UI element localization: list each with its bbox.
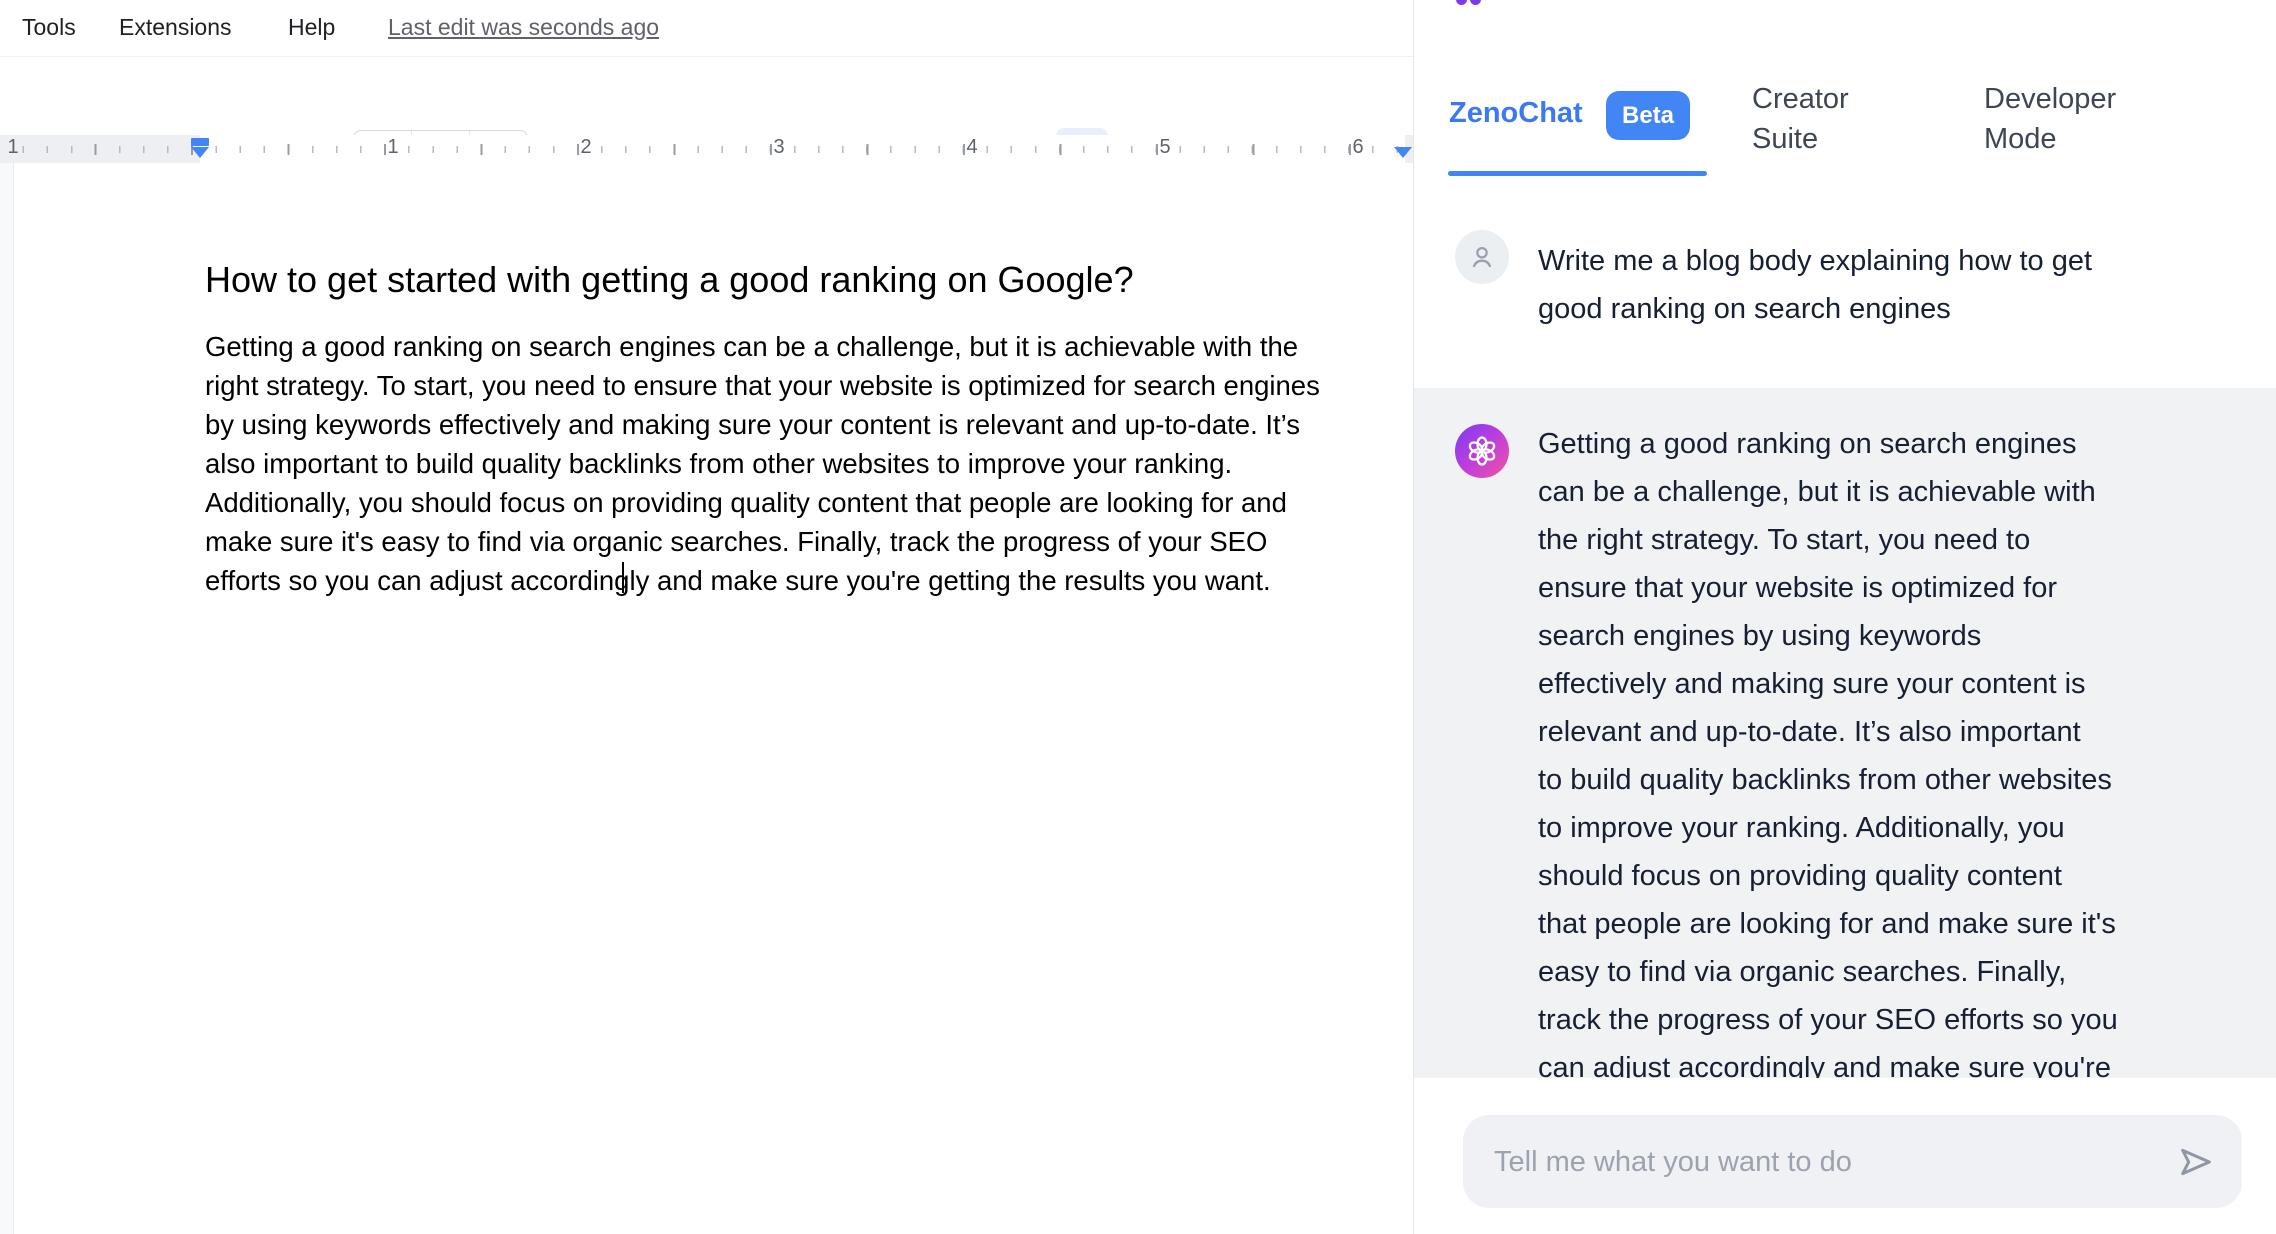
ai-message: Getting a good ranking on search engines… [1538, 420, 2248, 1078]
zenochat-sidebar: ZenoChat Beta Creator Suite Developer Mo… [1413, 0, 2276, 1234]
beta-badge: Beta [1606, 91, 1690, 140]
ruler-number: 5 [1159, 136, 1170, 159]
tab-developer-mode[interactable]: Developer Mode [1984, 79, 2169, 159]
text-cursor [622, 562, 624, 593]
ruler-number: 6 [1352, 136, 1363, 159]
ruler-number: 1 [7, 136, 18, 159]
person-icon [1465, 240, 1499, 274]
send-button[interactable] [2175, 1141, 2217, 1183]
app-window: Tools Extensions Help Last edit was seco… [0, 0, 2276, 1234]
chat-input[interactable] [1492, 1115, 2186, 1210]
zenochat-avatar [1455, 424, 1509, 478]
menu-tools[interactable]: Tools [22, 0, 76, 54]
ruler-number: 2 [580, 136, 591, 159]
menu-help[interactable]: Help [288, 0, 335, 54]
ruler-number: 3 [773, 136, 784, 159]
chat-input-container [1463, 1115, 2242, 1208]
menu-extensions[interactable]: Extensions [119, 0, 232, 54]
user-message: Write me a blog body explaining how to g… [1538, 237, 2248, 333]
ruler-number: 1 [387, 136, 398, 159]
tab-creator-suite[interactable]: Creator Suite [1752, 79, 1912, 159]
textcortex-logo-icon [1456, 0, 1481, 5]
active-tab-underline [1448, 171, 1707, 176]
ruler-number: 4 [966, 136, 977, 159]
formatting-toolbar: l text Arial − 11 + B I U A [0, 57, 1413, 135]
document-page[interactable]: How to get started with getting a good r… [13, 163, 1413, 1234]
left-indent-marker[interactable] [191, 138, 209, 158]
document-body-text[interactable]: Getting a good ranking on search engines… [205, 327, 1413, 600]
ruler-ticks-major [0, 144, 1413, 155]
last-edit-link[interactable]: Last edit was seconds ago [388, 0, 659, 54]
tab-zenochat[interactable]: ZenoChat [1449, 97, 1583, 130]
first-line-indent-handle[interactable] [191, 138, 209, 146]
send-icon [2176, 1142, 2216, 1182]
document-title[interactable]: How to get started with getting a good r… [205, 256, 1385, 304]
user-avatar [1455, 230, 1509, 284]
right-indent-marker[interactable] [1394, 147, 1412, 158]
ruler: 1 1 2 3 4 5 6 [0, 135, 1413, 163]
left-indent-handle[interactable] [191, 147, 209, 158]
menu-bar: Tools Extensions Help Last edit was seco… [0, 0, 1413, 57]
ai-response-block: Getting a good ranking on search engines… [1414, 388, 2276, 1078]
textcortex-flower-icon [1464, 433, 1500, 469]
google-docs-area: Tools Extensions Help Last edit was seco… [0, 0, 1413, 1234]
